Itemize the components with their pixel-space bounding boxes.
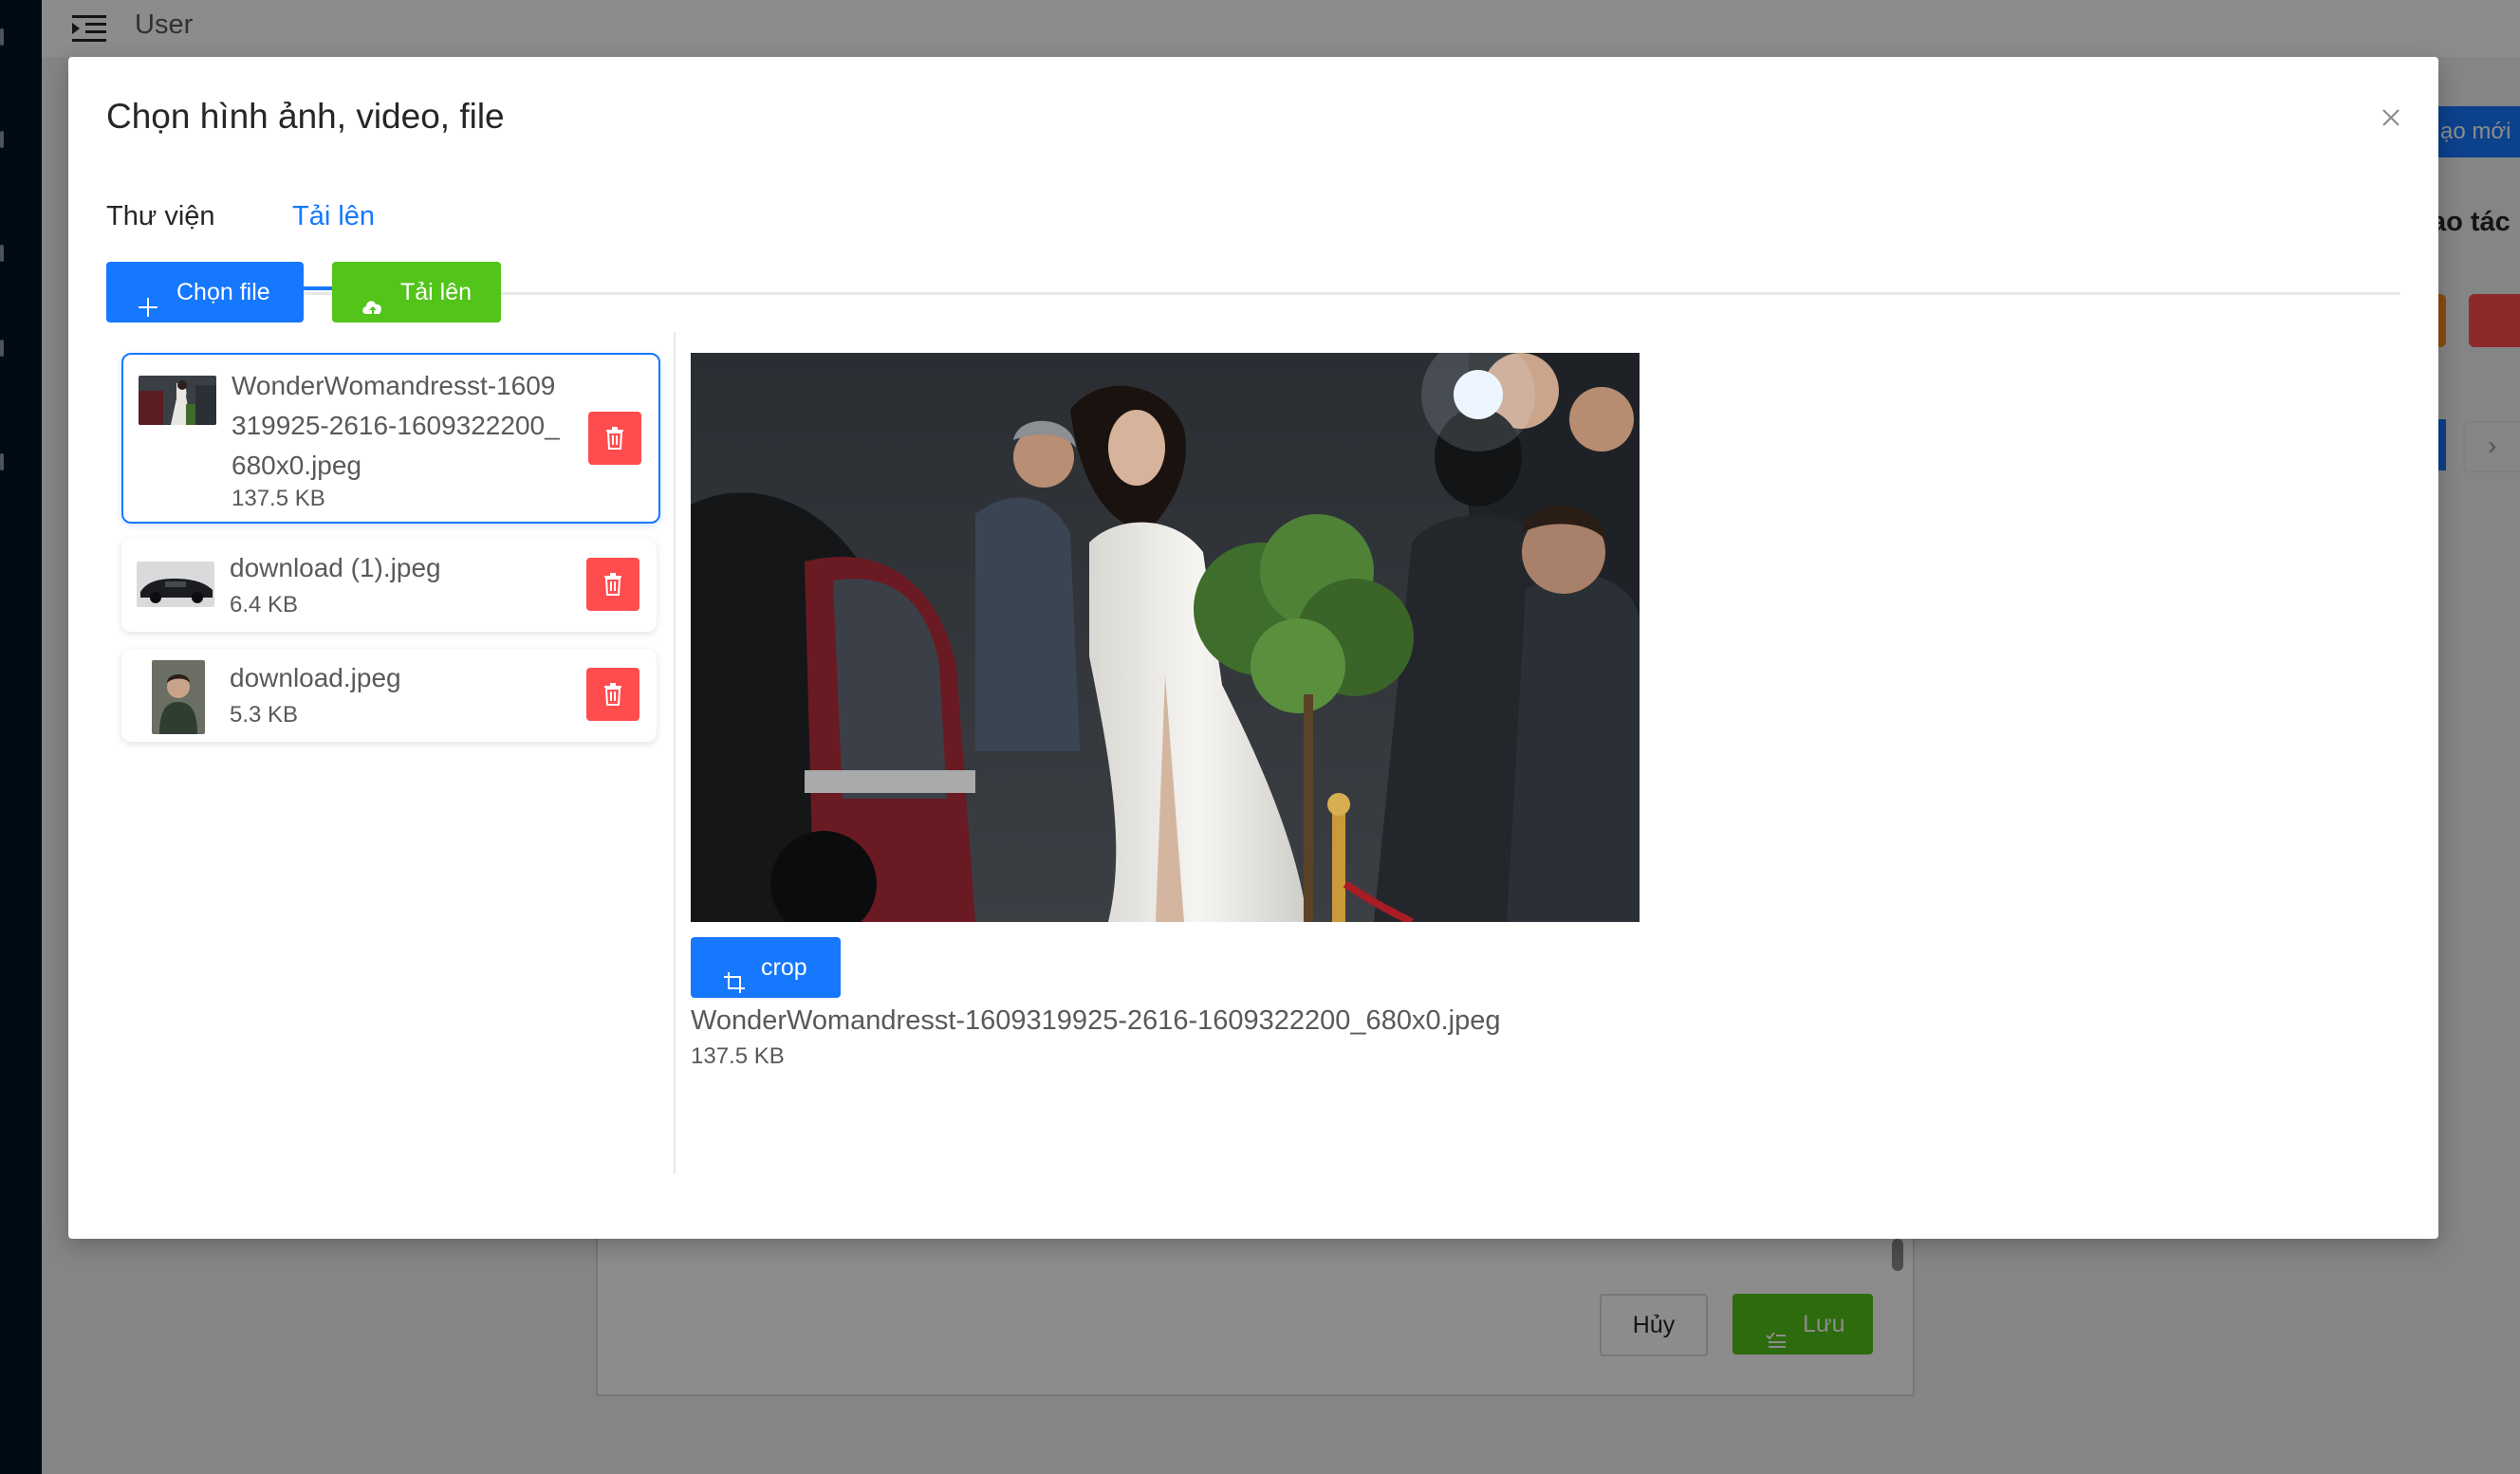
- preview-file-size: 137.5 KB: [691, 1043, 785, 1069]
- media-picker-modal: Chọn hình ảnh, video, file Thư viện Tải …: [68, 57, 2438, 1239]
- file-thumbnail: [137, 562, 214, 607]
- uploaded-file-list: WonderWomandresst-1609319925-2616-160932…: [121, 353, 660, 1241]
- choose-file-button[interactable]: Chọn file: [106, 262, 304, 322]
- modal-title: Chọn hình ảnh, video, file: [106, 97, 505, 136]
- tab-upload-label: Tải lên: [292, 201, 376, 231]
- upload-label: Tải lên: [400, 279, 472, 305]
- plus-icon: [137, 281, 159, 317]
- tab-library-label: Thư viện: [106, 201, 215, 231]
- close-icon[interactable]: [2372, 99, 2410, 137]
- file-name: download (1).jpeg: [230, 553, 441, 582]
- crop-button[interactable]: crop: [691, 937, 841, 998]
- file-item[interactable]: download (1).jpeg 6.4 KB: [121, 539, 657, 632]
- panel-divider: [674, 332, 676, 1174]
- upload-button[interactable]: Tải lên: [332, 262, 501, 322]
- file-thumbnail: [139, 376, 216, 425]
- file-size: 5.3 KB: [230, 702, 299, 728]
- file-name: download.jpeg: [230, 663, 401, 692]
- file-size: 6.4 KB: [230, 592, 299, 617]
- file-item[interactable]: download.jpeg 5.3 KB: [121, 649, 657, 742]
- crop-icon: [723, 956, 746, 993]
- delete-file-button[interactable]: [588, 412, 641, 465]
- delete-file-button[interactable]: [586, 668, 639, 721]
- file-name: WonderWomandresst-1609319925-2616-160932…: [232, 371, 560, 480]
- crop-label: crop: [761, 954, 807, 981]
- cloud-upload-icon: [361, 281, 385, 314]
- file-thumbnail: [152, 660, 205, 734]
- preview-file-name: WonderWomandresst-1609319925-2616-160932…: [691, 1005, 1501, 1036]
- delete-file-button[interactable]: [586, 558, 639, 611]
- image-preview: [691, 353, 1640, 922]
- choose-file-label: Chọn file: [176, 279, 270, 305]
- file-item-selected[interactable]: WonderWomandresst-1609319925-2616-160932…: [121, 353, 660, 524]
- file-size: 137.5 KB: [232, 486, 325, 511]
